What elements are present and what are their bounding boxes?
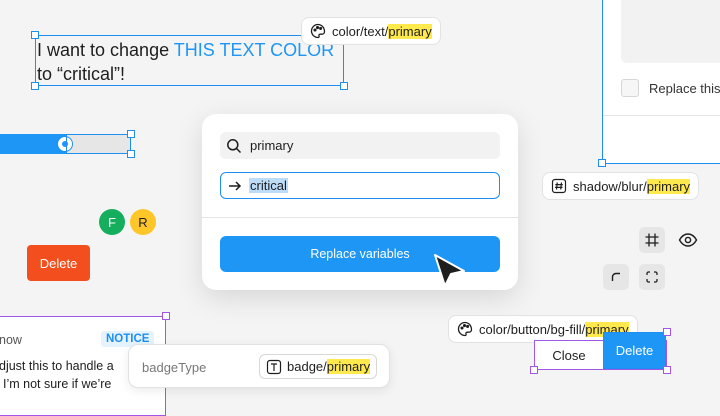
independent-corners-button[interactable] [639,264,665,290]
selection-handle[interactable] [663,328,671,336]
replace-value: critical [249,178,288,193]
slider-selection [66,134,131,154]
token-label: badge/primary [287,359,371,374]
delete-button-blue[interactable]: Delete [603,332,666,369]
headline-part1: I want to change [37,40,174,60]
token-prefix: color/button/bg-fill/ [479,321,586,337]
search-input[interactable]: primary [220,132,500,159]
close-button[interactable]: Close [535,341,603,369]
token-highlight: primary [646,178,691,194]
avatar-letter: F [108,214,116,230]
notice-line-1: djust this to handle a [0,359,114,373]
avatar-f[interactable]: F [99,209,125,235]
token-chip-shadow[interactable]: shadow/blur/primary [542,172,700,200]
avatar-r[interactable]: R [130,209,156,235]
right-panel: Replace this [602,0,720,164]
corner-radius-icon [608,269,624,285]
arrow-right-icon [227,178,243,194]
token-highlight: primary [326,359,371,374]
selection-handle[interactable] [598,159,606,167]
find-replace-modal: primary critical Replace variables [202,114,518,290]
token-label: color/text/primary [332,23,432,39]
selection-handle[interactable] [127,150,135,158]
delete-button-red[interactable]: Delete [27,245,90,281]
panel-divider [603,115,720,116]
notice-title: now [0,333,22,347]
corner-radius-button[interactable] [603,264,629,290]
token-prefix: shadow/blur/ [573,178,647,194]
notice-line-2: I’m not sure if we’re [3,377,112,391]
token-label: shadow/blur/primary [573,178,691,194]
replace-checkbox[interactable] [621,79,639,97]
badge-type-property[interactable]: badgeType badge/primary [128,344,390,388]
corners-icon [644,269,660,285]
token-prefix: badge/ [287,359,327,374]
replace-option-label: Replace this [649,81,720,96]
panel-preview [621,0,720,63]
selection-handle[interactable] [663,366,671,374]
frame-tool-button[interactable] [639,227,665,253]
badge-type-label: badgeType [142,360,207,375]
frame-icon [644,232,660,248]
search-icon [226,138,242,154]
palette-icon [310,23,326,39]
replace-input[interactable]: critical [220,172,500,199]
modal-divider [202,217,518,218]
search-value: primary [250,138,294,153]
token-prefix: color/text/ [332,23,389,39]
eye-icon[interactable] [678,232,698,253]
text-icon [266,359,282,375]
badge-variable-chip[interactable]: badge/primary [259,354,378,379]
avatar-letter: R [138,214,148,230]
headline-text: I want to change THIS TEXT COLOR to “cri… [37,38,343,84]
token-chip-text-color[interactable]: color/text/primary [301,17,441,45]
selection-handle[interactable] [530,366,538,374]
palette-icon [457,321,473,337]
cursor-arrow-icon [432,252,468,295]
selection-handle[interactable] [162,312,170,320]
headline-part3: to “critical”! [37,64,126,84]
token-highlight: primary [388,23,432,39]
selection-handle[interactable] [127,130,135,138]
hash-icon [551,178,567,194]
